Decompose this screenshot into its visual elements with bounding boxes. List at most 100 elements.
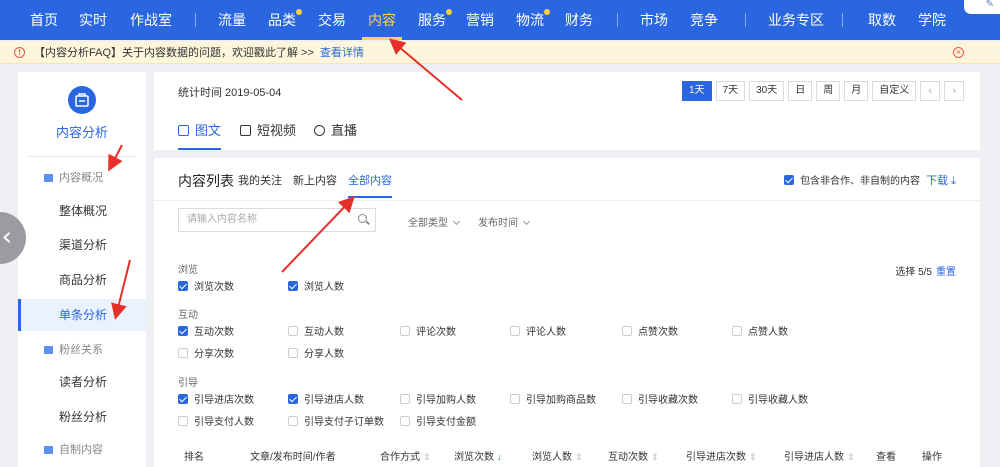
next-date-button[interactable]: ›: [944, 81, 965, 101]
nav-item-trade[interactable]: 交易: [318, 0, 346, 40]
sort-icon[interactable]: ⇕: [847, 452, 855, 462]
metric-checkbox[interactable]: [400, 326, 410, 336]
type-filter[interactable]: 全部类型: [408, 214, 461, 229]
metric-option[interactable]: 引导收藏次数: [622, 391, 698, 406]
metric-checkbox[interactable]: [178, 281, 188, 291]
metric-checkbox[interactable]: [400, 416, 410, 426]
reset-link[interactable]: 重置: [936, 267, 956, 278]
metric-option[interactable]: 引导支付子订单数: [288, 413, 384, 428]
column-header[interactable]: 浏览次数 ↓: [454, 448, 502, 463]
tab-graphic[interactable]: 图文: [178, 120, 222, 150]
column-header[interactable]: 引导进店次数 ⇕: [686, 448, 757, 463]
metric-option[interactable]: 点赞人数: [732, 323, 788, 338]
range-button[interactable]: 30天: [749, 81, 785, 101]
column-header[interactable]: 合作方式 ⇕: [380, 448, 431, 463]
metric-option[interactable]: 引导支付金额: [400, 413, 476, 428]
column-header[interactable]: 浏览人数 ⇕: [532, 448, 583, 463]
metric-option[interactable]: 引导进店次数: [178, 391, 254, 406]
metric-option[interactable]: 分享次数: [178, 345, 234, 360]
nav-item-traffic[interactable]: 流量: [218, 0, 246, 40]
close-icon[interactable]: ×: [953, 47, 964, 58]
nav-item-market[interactable]: 市场: [640, 0, 668, 40]
metric-checkbox[interactable]: [178, 394, 188, 404]
sidebar-item-channel-analysis[interactable]: 渠道分析: [18, 229, 146, 261]
nav-item-service[interactable]: 服务: [418, 0, 446, 40]
metric-option[interactable]: 互动次数: [178, 323, 234, 338]
metric-option[interactable]: 互动人数: [288, 323, 344, 338]
sidebar-group: 内容概况: [44, 169, 103, 185]
metric-option[interactable]: 评论次数: [400, 323, 456, 338]
metric-option[interactable]: 引导加购商品数: [510, 391, 596, 406]
sidebar-item-overall-overview[interactable]: 整体概况: [18, 195, 146, 227]
nav-item-academy[interactable]: 学院: [918, 0, 946, 40]
metric-checkbox[interactable]: [288, 348, 298, 358]
range-button[interactable]: 月: [844, 81, 869, 101]
subtab-new-content[interactable]: 新上内容: [293, 172, 337, 188]
metric-checkbox[interactable]: [178, 326, 188, 336]
metric-option[interactable]: 引导支付人数: [178, 413, 254, 428]
metric-checkbox[interactable]: [732, 326, 742, 336]
prev-date-button[interactable]: ‹: [920, 81, 941, 101]
nav-item-category[interactable]: 品类: [268, 0, 296, 40]
metric-option[interactable]: 浏览次数: [178, 278, 234, 293]
nav-item-war-room[interactable]: 作战室: [130, 0, 172, 40]
nav-item-fetch-data[interactable]: 取数: [868, 0, 896, 40]
metric-option[interactable]: 浏览人数: [288, 278, 344, 293]
pin-button[interactable]: ✎: [964, 0, 1000, 14]
search-icon[interactable]: [358, 214, 367, 223]
metric-option[interactable]: 引导加购人数: [400, 391, 476, 406]
sort-icon[interactable]: ⇕: [651, 452, 659, 462]
range-button[interactable]: 7天: [715, 81, 746, 101]
metric-checkbox[interactable]: [288, 281, 298, 291]
nav-item-marketing[interactable]: 营销: [466, 0, 494, 40]
nav-item-logistics[interactable]: 物流: [516, 0, 544, 40]
nav-item-realtime[interactable]: 实时: [79, 0, 107, 40]
range-button[interactable]: 自定义: [872, 81, 917, 101]
metric-checkbox[interactable]: [510, 394, 520, 404]
nav-item-business-zone[interactable]: 业务专区: [768, 0, 824, 40]
publish-time-filter[interactable]: 发布时间: [478, 214, 531, 229]
metric-option[interactable]: 分享人数: [288, 345, 344, 360]
metric-checkbox[interactable]: [732, 394, 742, 404]
tab-live[interactable]: 直播: [314, 120, 357, 150]
range-button[interactable]: 1天: [682, 81, 712, 101]
search-input[interactable]: 请输入内容名称: [178, 208, 376, 232]
sort-icon[interactable]: ⇕: [749, 452, 757, 462]
range-button[interactable]: 日: [788, 81, 813, 101]
metric-option[interactable]: 引导进店人数: [288, 391, 364, 406]
tab-short-video[interactable]: 短视频: [240, 120, 296, 150]
sidebar-item-single-analysis[interactable]: 单条分析: [18, 299, 146, 331]
subtab-my-follow[interactable]: 我的关注: [238, 172, 282, 188]
subtab-all-content[interactable]: 全部内容: [348, 172, 392, 198]
metric-checkbox[interactable]: [622, 326, 632, 336]
nav-separator: [745, 13, 746, 27]
nav-item-competition[interactable]: 竞争: [690, 0, 718, 40]
metric-checkbox[interactable]: [622, 394, 632, 404]
sort-icon[interactable]: ⇕: [575, 452, 583, 462]
metric-option[interactable]: 点赞次数: [622, 323, 678, 338]
sort-icon[interactable]: ↓: [497, 452, 502, 462]
metric-checkbox[interactable]: [288, 416, 298, 426]
column-header: 排名: [184, 448, 204, 463]
nav-item-finance[interactable]: 财务: [565, 0, 593, 40]
metric-checkbox[interactable]: [400, 394, 410, 404]
notice-link[interactable]: 查看详情: [320, 47, 364, 59]
metric-checkbox[interactable]: [178, 416, 188, 426]
nav-item-content[interactable]: 内容: [362, 0, 402, 40]
sidebar-item-reader-analysis[interactable]: 读者分析: [18, 366, 146, 398]
column-header[interactable]: 引导进店人数 ⇕: [784, 448, 855, 463]
sort-icon[interactable]: ⇕: [423, 452, 431, 462]
column-header[interactable]: 互动次数 ⇕: [608, 448, 659, 463]
sidebar-item-product-analysis[interactable]: 商品分析: [18, 264, 146, 296]
metric-option[interactable]: 评论人数: [510, 323, 566, 338]
metric-checkbox[interactable]: [510, 326, 520, 336]
range-button[interactable]: 周: [816, 81, 841, 101]
metric-checkbox[interactable]: [288, 394, 298, 404]
include-checkbox[interactable]: [784, 175, 795, 185]
download-link[interactable]: 下载 ⤓: [926, 175, 956, 187]
nav-item-home[interactable]: 首页: [30, 0, 58, 40]
metric-checkbox[interactable]: [178, 348, 188, 358]
metric-checkbox[interactable]: [288, 326, 298, 336]
sidebar-item-fan-analysis[interactable]: 粉丝分析: [18, 401, 146, 433]
metric-option[interactable]: 引导收藏人数: [732, 391, 808, 406]
